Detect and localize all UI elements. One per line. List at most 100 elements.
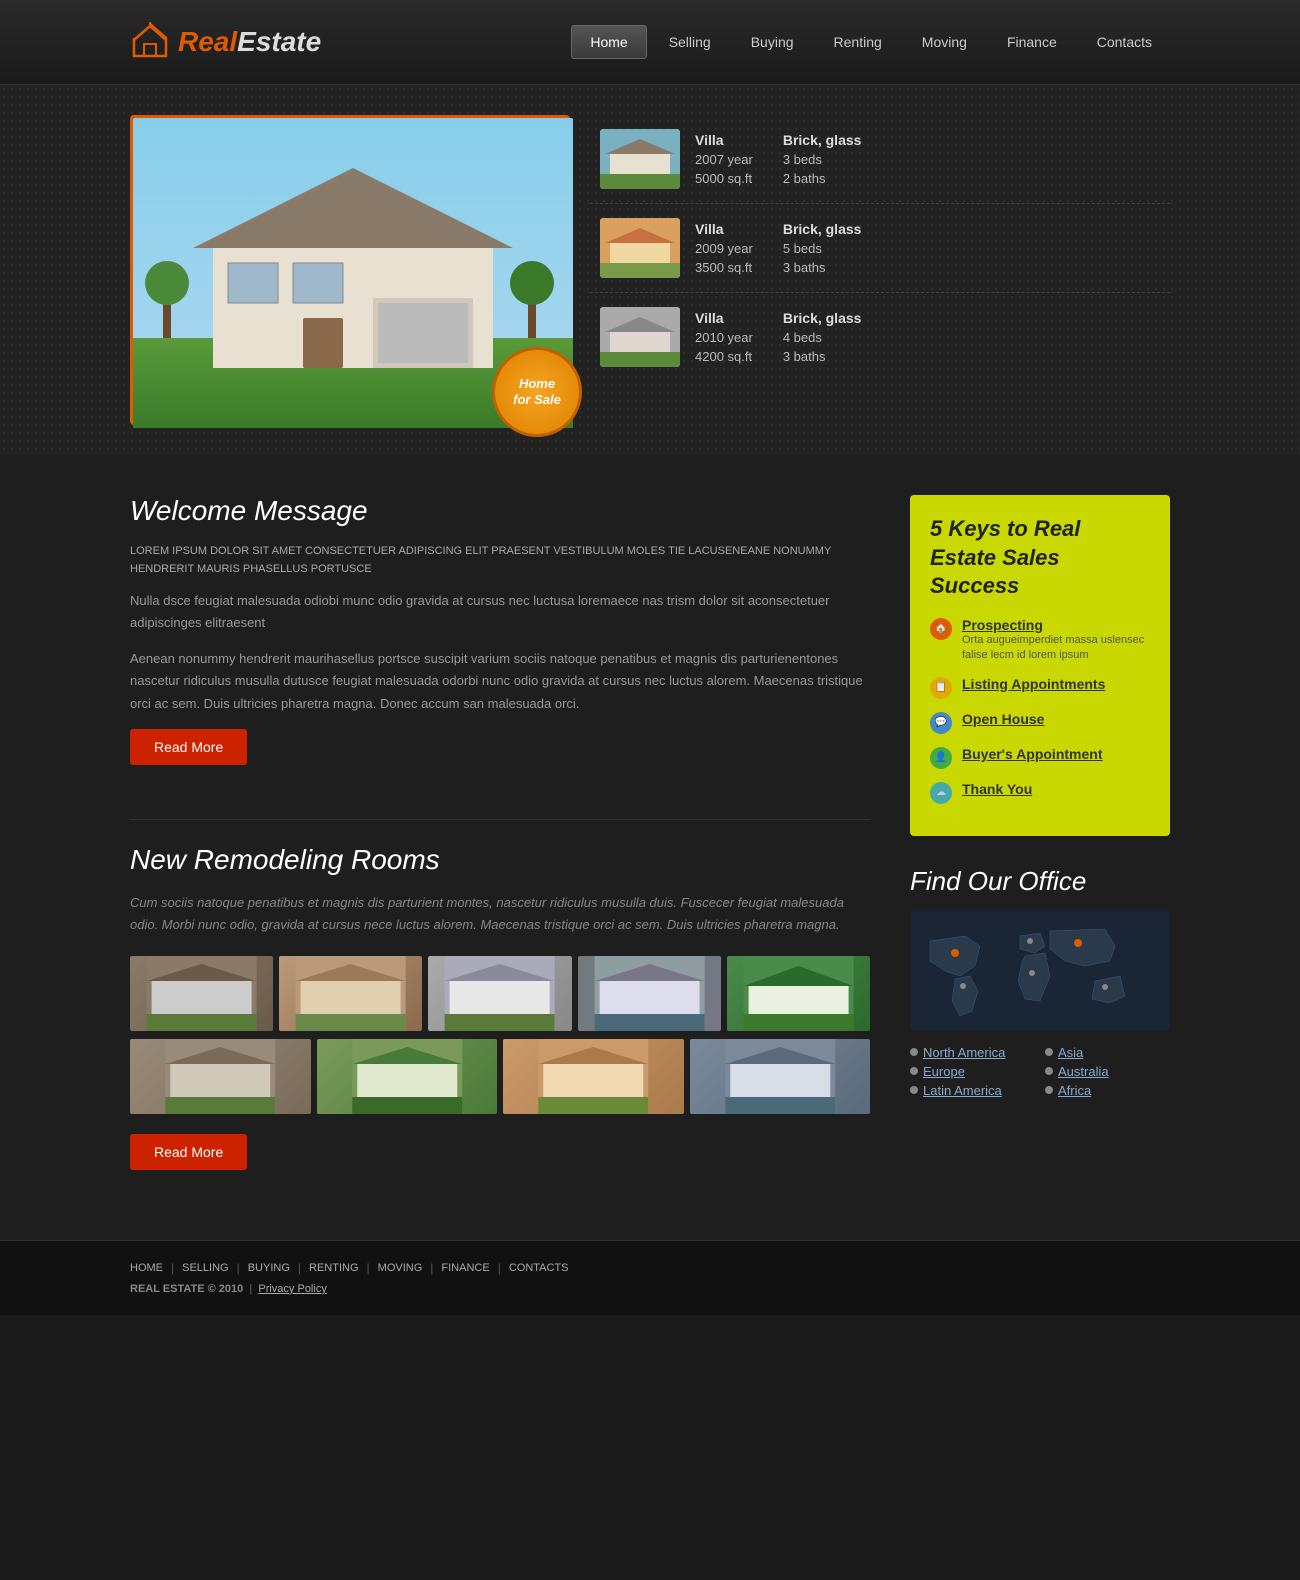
- world-map: [910, 911, 1170, 1031]
- welcome-text-normal: Nulla dsce feugiat malesuada odiobi munc…: [130, 590, 870, 634]
- keys-title: 5 Keys to Real Estate Sales Success: [930, 515, 1150, 601]
- footer-brand: REAL ESTATE: [130, 1283, 205, 1295]
- logo: RealEstate: [130, 20, 321, 64]
- key-content: Buyer's Appointment: [962, 746, 1103, 762]
- nav-moving[interactable]: Moving: [904, 26, 985, 58]
- key-link[interactable]: Open House: [962, 711, 1044, 727]
- openhouse-icon: 💬: [930, 712, 952, 734]
- footer-year: © 2010: [208, 1283, 244, 1295]
- property-list: Villa 2007 year 5000 sq.ft Brick, glass …: [590, 115, 1170, 381]
- remodeling-image[interactable]: [690, 1039, 871, 1114]
- office-title: Find Our Office: [910, 866, 1170, 897]
- office-locations: North America Asia Europe Australia Lati…: [910, 1045, 1170, 1098]
- header: RealEstate Home Selling Buying Renting M…: [0, 0, 1300, 85]
- footer-nav-contacts[interactable]: CONTACTS: [509, 1262, 569, 1274]
- key-item-buyer[interactable]: 👤 Buyer's Appointment: [930, 746, 1150, 769]
- key-content: Open House: [962, 711, 1044, 727]
- location-link[interactable]: Australia: [1058, 1064, 1109, 1079]
- keys-box: 5 Keys to Real Estate Sales Success 🏠 Pr…: [910, 495, 1170, 836]
- key-item-prospecting[interactable]: 🏠 Prospecting Orta augueimperdiet massa …: [930, 617, 1150, 664]
- remodeling-image[interactable]: [578, 956, 721, 1031]
- property-info: Villa 2009 year 3500 sq.ft Brick, glass …: [695, 221, 1160, 275]
- office-location-asia[interactable]: Asia: [1045, 1045, 1170, 1060]
- footer-nav-selling[interactable]: SELLING: [182, 1262, 228, 1274]
- key-link[interactable]: Prospecting: [962, 617, 1150, 633]
- nav-selling[interactable]: Selling: [651, 26, 729, 58]
- prop-beds: 5 beds: [783, 241, 862, 256]
- prop-type: Villa: [695, 310, 753, 326]
- welcome-read-more-button[interactable]: Read More: [130, 729, 247, 765]
- logo-text: RealEstate: [178, 25, 321, 59]
- office-location-africa[interactable]: Africa: [1045, 1083, 1170, 1098]
- key-link[interactable]: Thank You: [962, 781, 1032, 797]
- content-right: 5 Keys to Real Estate Sales Success 🏠 Pr…: [910, 495, 1170, 1200]
- footer-copyright: REAL ESTATE © 2010 | Privacy Policy: [130, 1283, 1170, 1295]
- prop-year: 2010 year: [695, 330, 753, 345]
- footer-nav-buying[interactable]: BUYING: [248, 1262, 290, 1274]
- location-dot: [1045, 1086, 1053, 1094]
- key-item-listing[interactable]: 📋 Listing Appointments: [930, 676, 1150, 699]
- nav-buying[interactable]: Buying: [733, 26, 812, 58]
- remodeling-image-grid-2: [130, 1039, 870, 1114]
- nav-contacts[interactable]: Contacts: [1079, 26, 1170, 58]
- hero-section: Home for Sale Villa 2007 year 5000 sq.: [0, 85, 1300, 455]
- office-location-europe[interactable]: Europe: [910, 1064, 1035, 1079]
- location-link[interactable]: Europe: [923, 1064, 965, 1079]
- location-link[interactable]: Africa: [1058, 1083, 1091, 1098]
- property-item[interactable]: Villa 2009 year 3500 sq.ft Brick, glass …: [590, 204, 1170, 293]
- location-link[interactable]: Asia: [1058, 1045, 1083, 1060]
- main-nav: Home Selling Buying Renting Moving Finan…: [571, 25, 1170, 59]
- prop-year: 2009 year: [695, 241, 753, 256]
- key-content: Thank You: [962, 781, 1032, 797]
- property-thumb: [600, 129, 680, 189]
- prop-beds: 3 beds: [783, 152, 862, 167]
- key-item-openhouse[interactable]: 💬 Open House: [930, 711, 1150, 734]
- buyer-icon: 👤: [930, 747, 952, 769]
- property-item[interactable]: Villa 2010 year 4200 sq.ft Brick, glass …: [590, 293, 1170, 381]
- location-link[interactable]: Latin America: [923, 1083, 1002, 1098]
- remodeling-image[interactable]: [130, 1039, 311, 1114]
- location-dot: [910, 1086, 918, 1094]
- footer-nav-home[interactable]: HOME: [130, 1262, 163, 1274]
- listing-icon: 📋: [930, 677, 952, 699]
- welcome-text-long: Aenean nonummy hendrerit maurihasellus p…: [130, 648, 870, 714]
- prop-baths: 3 baths: [783, 349, 862, 364]
- key-desc: Orta augueimperdiet massa uslensec falis…: [962, 633, 1150, 664]
- office-location-latinamerica[interactable]: Latin America: [910, 1083, 1035, 1098]
- footer-nav-renting[interactable]: RENTING: [309, 1262, 359, 1274]
- nav-renting[interactable]: Renting: [816, 26, 900, 58]
- key-link[interactable]: Listing Appointments: [962, 676, 1105, 692]
- nav-home[interactable]: Home: [571, 25, 646, 59]
- key-content: Prospecting Orta augueimperdiet massa us…: [962, 617, 1150, 664]
- location-dot: [1045, 1067, 1053, 1075]
- remodeling-read-more-button[interactable]: Read More: [130, 1134, 247, 1170]
- location-link[interactable]: North America: [923, 1045, 1005, 1060]
- nav-finance[interactable]: Finance: [989, 26, 1075, 58]
- privacy-policy-link[interactable]: Privacy Policy: [258, 1283, 326, 1295]
- welcome-text-upper: LOREM IPSUM DOLOR SIT AMET CONSECTETUER …: [130, 543, 870, 578]
- property-item[interactable]: Villa 2007 year 5000 sq.ft Brick, glass …: [590, 115, 1170, 204]
- key-item-thankyou[interactable]: ☁ Thank You: [930, 781, 1150, 804]
- remodeling-image-grid-1: [130, 956, 870, 1031]
- prop-sqft: 4200 sq.ft: [695, 349, 753, 364]
- footer-nav: HOME | SELLING | BUYING | RENTING | MOVI…: [130, 1261, 1170, 1275]
- footer-nav-finance[interactable]: FINANCE: [441, 1262, 489, 1274]
- remodeling-image[interactable]: [279, 956, 422, 1031]
- prop-material: Brick, glass: [783, 221, 862, 237]
- prop-sqft: 3500 sq.ft: [695, 260, 753, 275]
- key-content: Listing Appointments: [962, 676, 1105, 692]
- office-location-australia[interactable]: Australia: [1045, 1064, 1170, 1079]
- remodeling-image[interactable]: [130, 956, 273, 1031]
- sale-badge: Home for Sale: [492, 347, 582, 437]
- prop-baths: 3 baths: [783, 260, 862, 275]
- footer: HOME | SELLING | BUYING | RENTING | MOVI…: [0, 1240, 1300, 1315]
- remodeling-image[interactable]: [727, 956, 870, 1031]
- remodeling-image[interactable]: [503, 1039, 684, 1114]
- key-link[interactable]: Buyer's Appointment: [962, 746, 1103, 762]
- property-info: Villa 2007 year 5000 sq.ft Brick, glass …: [695, 132, 1160, 186]
- footer-nav-moving[interactable]: MOVING: [378, 1262, 423, 1274]
- prop-material: Brick, glass: [783, 310, 862, 326]
- office-location-northamerica[interactable]: North America: [910, 1045, 1035, 1060]
- remodeling-image[interactable]: [317, 1039, 498, 1114]
- remodeling-image[interactable]: [428, 956, 571, 1031]
